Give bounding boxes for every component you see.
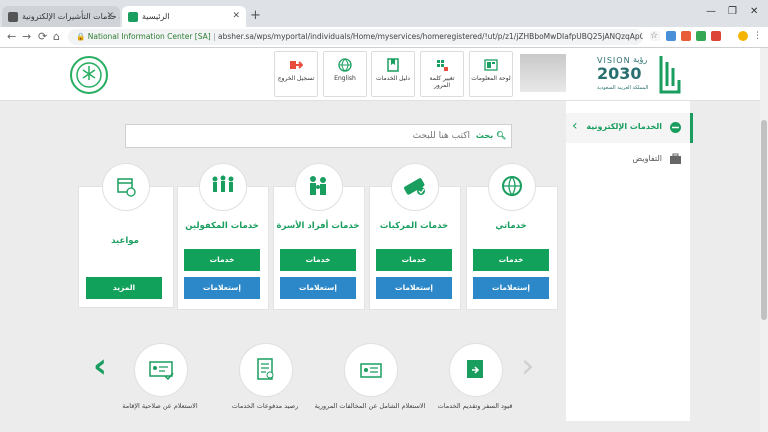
services-guide-button[interactable]: دليل الخدمات bbox=[371, 51, 415, 97]
card-icon-circle bbox=[488, 163, 536, 211]
tab-favicon-icon bbox=[8, 11, 18, 22]
card-title: خدمات المكفولين bbox=[185, 221, 259, 231]
carousel-prev-button[interactable]: ‹ bbox=[93, 346, 107, 386]
minimize-button[interactable]: — bbox=[706, 6, 716, 17]
extension-icon[interactable] bbox=[711, 31, 721, 41]
carousel-next-button[interactable]: › bbox=[521, 346, 535, 386]
services-button[interactable]: خدمات bbox=[280, 249, 356, 271]
workers-icon bbox=[212, 175, 234, 192]
lock-icon: 🔒 bbox=[76, 32, 86, 41]
carousel-item-label[interactable]: رصيد مدفوعات الخدمات bbox=[205, 402, 325, 411]
globe-hand-icon bbox=[502, 176, 522, 196]
sidebar bbox=[566, 101, 690, 421]
carousel-item-circle[interactable] bbox=[344, 343, 398, 397]
book-icon bbox=[387, 58, 399, 72]
receipt-icon bbox=[257, 358, 274, 380]
header-banner-image bbox=[520, 54, 566, 92]
ministry-seal-icon bbox=[70, 56, 108, 94]
maximize-button[interactable]: ❐ bbox=[728, 6, 737, 17]
id-arrow-icon bbox=[467, 360, 483, 378]
profile-icon[interactable] bbox=[738, 31, 748, 41]
services-button[interactable]: خدمات bbox=[376, 249, 452, 271]
close-window-button[interactable]: ✕ bbox=[750, 6, 758, 17]
change-password-button[interactable]: تغيير كلمة المرور bbox=[420, 51, 464, 97]
car-icon bbox=[404, 178, 425, 195]
menu-icon[interactable]: ⋮ bbox=[753, 31, 763, 41]
star-icon[interactable]: ☆ bbox=[650, 31, 660, 41]
extension-icon[interactable] bbox=[666, 31, 676, 41]
search-button[interactable]: بحث 🔍︎ bbox=[472, 124, 510, 148]
forward-button[interactable]: → bbox=[22, 30, 31, 43]
services-icon bbox=[670, 122, 681, 133]
carousel-item-circle[interactable] bbox=[449, 343, 503, 397]
inquiries-button[interactable]: إستعلامات bbox=[473, 277, 549, 299]
card-icon-circle bbox=[295, 163, 343, 211]
browser-tab-home[interactable]: الرئيسية ✕ bbox=[122, 6, 246, 27]
key-icon bbox=[437, 60, 448, 71]
services-button[interactable]: خدمات bbox=[184, 249, 260, 271]
logout-button[interactable]: تسجيل الخروج bbox=[274, 51, 318, 97]
card-title: خدمات أفراد الأسرة bbox=[276, 221, 360, 231]
carousel-item-label[interactable]: الاستعلام الشامل عن المخالفات المرورية bbox=[310, 402, 430, 411]
carousel-item-circle[interactable] bbox=[239, 343, 293, 397]
logout-icon bbox=[290, 61, 303, 69]
extension-icon[interactable] bbox=[696, 31, 706, 41]
id-check-icon bbox=[149, 361, 174, 381]
sidebar-item-delegations[interactable]: التفاويض bbox=[566, 150, 690, 170]
absher-logo-icon bbox=[659, 56, 681, 94]
home-button[interactable]: ⌂ bbox=[53, 30, 60, 43]
dashboard-button[interactable]: لوحة المعلومات bbox=[469, 51, 513, 97]
inquiries-button[interactable]: إستعلامات bbox=[280, 277, 356, 299]
close-tab-icon[interactable]: ✕ bbox=[106, 6, 114, 27]
search-icon: 🔍︎ bbox=[495, 131, 507, 140]
sidebar-item-eservices[interactable]: ‹ الخدمات الإلكترونية bbox=[566, 113, 693, 143]
card-title: خدماتي bbox=[495, 221, 527, 231]
dashboard-icon bbox=[484, 59, 498, 71]
browser-tab-visas[interactable]: منصة خدمات التأشيرات الإلكترونية ✕ bbox=[2, 6, 120, 27]
inquiries-button[interactable]: إستعلامات bbox=[376, 277, 452, 299]
back-button[interactable]: ← bbox=[7, 30, 16, 43]
globe-icon bbox=[338, 58, 352, 72]
address-bar[interactable]: 🔒 National Information Center [SA] | abs… bbox=[68, 29, 643, 45]
collapse-chevron-icon[interactable]: ‹ bbox=[572, 118, 578, 134]
carousel-item-label[interactable]: الاستعلام عن صلاحية الإقامة bbox=[100, 402, 220, 411]
more-button[interactable]: المزيد bbox=[86, 277, 162, 299]
card-title: خدمات المركبات bbox=[379, 221, 449, 231]
carousel-item-circle[interactable] bbox=[134, 343, 188, 397]
id-card-icon bbox=[360, 363, 382, 378]
card-title: مواعيد bbox=[111, 236, 139, 246]
card-icon-circle bbox=[199, 163, 247, 211]
carousel-item-label[interactable]: قيود السفر وتقديم الخدمات bbox=[415, 402, 535, 411]
search-input[interactable] bbox=[128, 126, 472, 146]
extension-icon[interactable] bbox=[681, 31, 691, 41]
close-tab-icon[interactable]: ✕ bbox=[232, 6, 240, 27]
card-icon-circle bbox=[102, 163, 150, 211]
reload-button[interactable]: ⟳ bbox=[38, 30, 47, 43]
calendar-icon bbox=[117, 178, 136, 197]
vision-2030-logo: VISION 2030 رؤية المملكة العربية السعودي… bbox=[593, 52, 685, 98]
english-button[interactable]: English bbox=[323, 51, 367, 97]
card-icon-circle bbox=[391, 163, 439, 211]
tab-favicon-icon bbox=[128, 11, 138, 22]
services-button[interactable]: خدمات bbox=[473, 249, 549, 271]
inquiries-button[interactable]: إستعلامات bbox=[184, 277, 260, 299]
family-icon bbox=[310, 176, 326, 195]
new-tab-button[interactable]: + bbox=[250, 8, 261, 23]
scrollbar-thumb[interactable] bbox=[761, 120, 767, 320]
briefcase-icon bbox=[670, 153, 681, 164]
